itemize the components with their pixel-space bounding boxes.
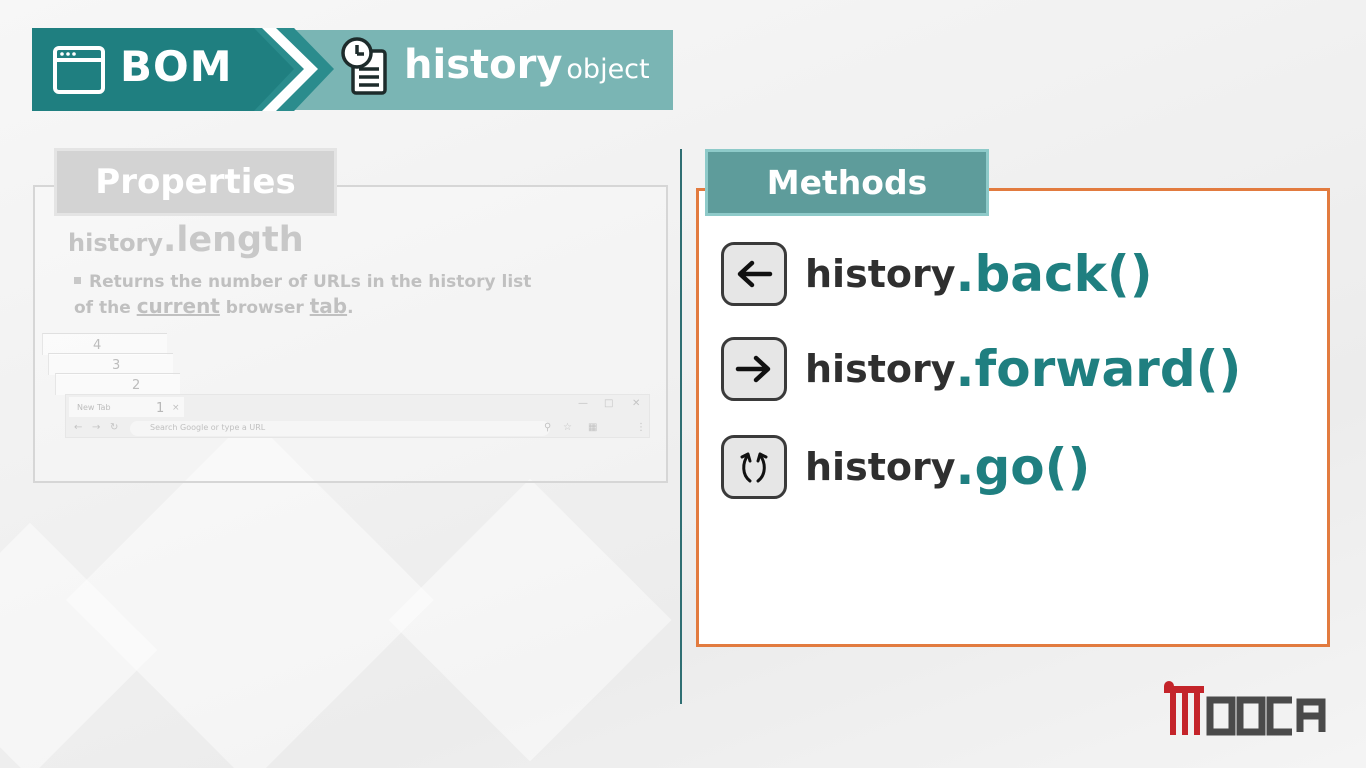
header-banner: BOM history object [32, 28, 673, 111]
property-signature: history.length [68, 220, 304, 260]
object-name: history [404, 42, 563, 88]
browser-mockup: New Tab 1 × — □ ✕ ← → ↻ Search Google or… [65, 394, 650, 438]
method-dot: . [955, 438, 975, 496]
menu-icon: ⋮ [636, 422, 646, 433]
description-current: current [136, 294, 220, 318]
panel-divider [680, 149, 682, 704]
object-suffix: object [566, 54, 650, 85]
method-name: back() [974, 245, 1153, 303]
close-icon: ✕ [632, 398, 641, 409]
stack-number: 3 [112, 358, 121, 373]
stacked-tab [55, 373, 180, 395]
stack-number: 1 [156, 401, 165, 416]
maximize-icon: □ [604, 398, 614, 409]
method-item-back: history. back() [721, 240, 1153, 308]
forward-arrow-icon [721, 337, 787, 401]
method-item-forward: history. forward() [721, 335, 1241, 403]
stack-number: 4 [93, 338, 102, 353]
back-arrow-icon [721, 242, 787, 306]
method-item-go: history. go() [721, 433, 1090, 501]
description-tab: tab [309, 294, 348, 318]
back-icon: ← [74, 422, 83, 433]
method-dot: . [955, 340, 975, 398]
clock-document-icon [341, 37, 387, 95]
properties-heading: Properties [54, 148, 337, 216]
property-name: length [176, 220, 304, 260]
reload-icon: ↻ [110, 422, 119, 433]
description-browser: browser [225, 298, 304, 318]
stacked-tab [42, 333, 167, 355]
zoom-icon: ⚲ [544, 422, 552, 433]
stack-number: 2 [132, 378, 141, 393]
extension-icon: ▦ [588, 422, 598, 433]
address-placeholder: Search Google or type a URL [150, 423, 266, 432]
property-dot: . [163, 220, 177, 260]
bullet-icon [74, 277, 81, 284]
method-object: history [805, 252, 956, 296]
mock-tab: New Tab 1 × [69, 397, 184, 417]
property-description: Returns the number of URLs in the histor… [74, 270, 554, 320]
star-icon: ☆ [563, 422, 572, 433]
method-name: forward() [974, 340, 1242, 398]
section-label: BOM [120, 42, 233, 91]
browser-window-icon [53, 46, 105, 94]
property-object: history [68, 229, 164, 257]
method-object: history [805, 347, 956, 391]
method-object: history [805, 445, 956, 489]
mock-tab-close-icon: × [172, 403, 180, 413]
description-period: . [347, 298, 354, 318]
page-title: history object [404, 42, 650, 88]
mock-tab-title: New Tab [77, 403, 111, 412]
go-curved-arrows-icon [721, 435, 787, 499]
background-shape [388, 478, 672, 762]
forward-icon: → [92, 422, 101, 433]
minimize-icon: — [578, 398, 588, 409]
mooca-logo [1164, 681, 1326, 736]
method-name: go() [974, 438, 1091, 496]
address-bar: Search Google or type a URL [130, 421, 550, 436]
methods-heading: Methods [705, 149, 989, 216]
method-dot: . [955, 245, 975, 303]
stacked-tab [48, 353, 173, 375]
